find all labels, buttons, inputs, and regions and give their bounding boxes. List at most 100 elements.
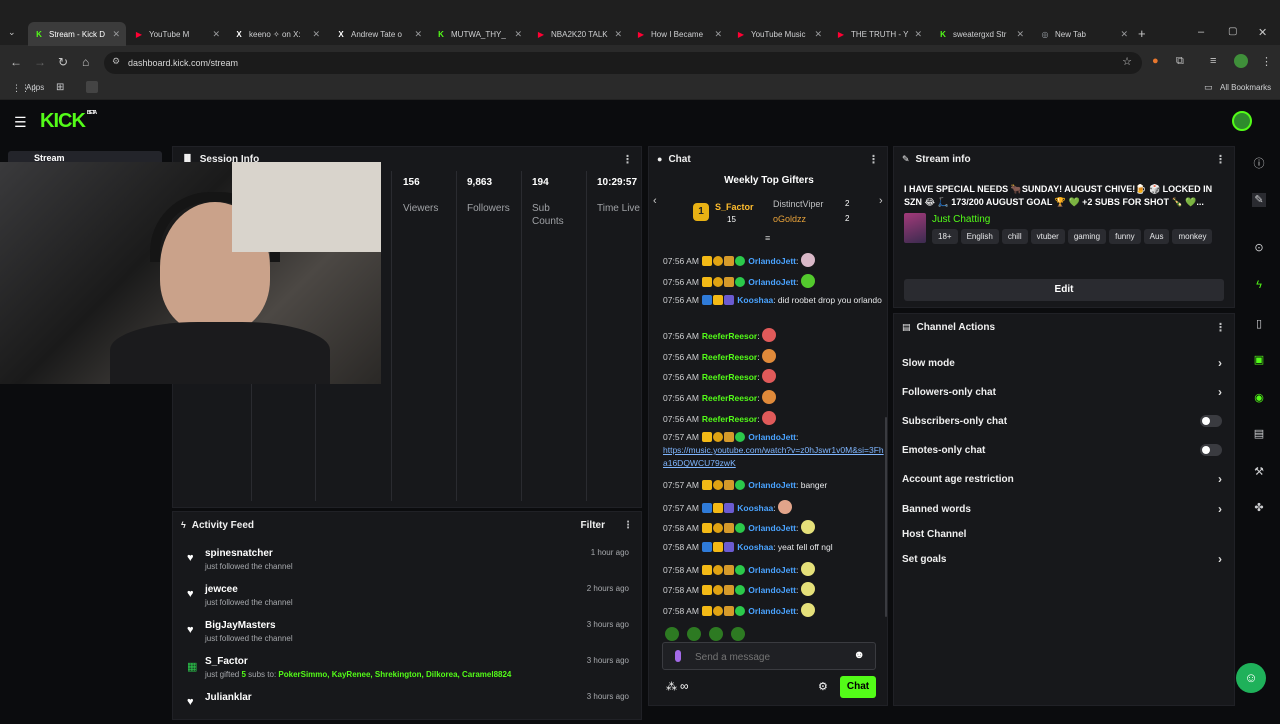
browser-tab[interactable]: Xkeeno ✧ on X: ✕: [228, 22, 326, 46]
browser-tab[interactable]: ▶ YouTube Music ✕: [730, 22, 828, 46]
chat-username[interactable]: ReeferReesor: [702, 393, 757, 403]
tab-close-icon[interactable]: ✕: [714, 29, 722, 40]
chat-users-icon[interactable]: ⁂: [666, 680, 677, 693]
channel-action-account-age-restriction[interactable]: Account age restriction ›: [902, 468, 1222, 490]
bookmark-s-icon[interactable]: [86, 81, 98, 93]
chat-username[interactable]: Kooshaa: [737, 295, 773, 305]
microphone-icon[interactable]: [675, 650, 681, 662]
gifter-1-name[interactable]: S_Factor: [715, 202, 754, 212]
browser-tab[interactable]: K Stream - Kick D ✕: [28, 22, 126, 46]
stream-tag[interactable]: 18+: [932, 229, 958, 244]
channel-action-banned-words[interactable]: Banned words ›: [902, 498, 1222, 520]
activity-username[interactable]: S_Factor: [205, 656, 248, 667]
stream-tag[interactable]: gaming: [1067, 229, 1107, 244]
bookmark-apps[interactable]: Apps: [26, 83, 44, 92]
back-icon[interactable]: ←: [10, 55, 22, 69]
grid-icon[interactable]: ⊞: [56, 82, 64, 93]
chat-username[interactable]: ReeferReesor: [702, 331, 757, 341]
chat-scroll-indicator-icon[interactable]: ≡: [765, 233, 770, 243]
activity-feed-item[interactable]: ▦ S_Factor just gifted 5 subs to: PokerSim…: [185, 656, 629, 688]
new-tab-button[interactable]: +: [1138, 26, 1146, 41]
extensions-icon[interactable]: ✤: [1252, 501, 1266, 515]
home-icon[interactable]: ⌂: [82, 55, 89, 69]
chat-username[interactable]: OrlandoJett: [748, 432, 796, 442]
tools-icon[interactable]: ⚒: [1252, 465, 1266, 479]
stream-tag[interactable]: funny: [1109, 229, 1141, 244]
chat-input-box[interactable]: ☻: [662, 642, 876, 670]
chat-settings-icon[interactable]: ⚙: [818, 680, 828, 693]
edit-stream-button[interactable]: Edit: [904, 279, 1224, 301]
browser-tab[interactable]: ▶ YouTube M ✕: [128, 22, 226, 46]
chat-username[interactable]: OrlandoJett: [748, 565, 796, 575]
chat-username[interactable]: OrlandoJett: [748, 256, 796, 266]
stream-tag[interactable]: English: [960, 229, 999, 244]
category-thumbnail[interactable]: [904, 213, 926, 243]
emote-icon[interactable]: [731, 627, 745, 641]
emoji-icon[interactable]: ☻: [853, 649, 865, 661]
info-icon[interactable]: ⓘ: [1252, 155, 1266, 170]
chat-username[interactable]: OrlandoJett: [748, 277, 796, 287]
chat-message-input[interactable]: [695, 648, 845, 666]
lightning-panel-icon[interactable]: ϟ: [1252, 279, 1266, 293]
toggle-switch[interactable]: [1200, 415, 1222, 427]
chat-username[interactable]: OrlandoJett: [748, 480, 796, 490]
tab-close-icon[interactable]: ✕: [112, 29, 120, 40]
document-icon[interactable]: ▯: [1252, 317, 1266, 331]
chat-username[interactable]: OrlandoJett: [748, 606, 796, 616]
channel-action-set-goals[interactable]: Set goals ›: [902, 548, 1222, 570]
activity-feed-item[interactable]: ♥ jewcee just followed the channel 2 hours …: [185, 584, 629, 616]
address-bar[interactable]: ⚙ dashboard.kick.com/stream ☆: [104, 52, 1142, 74]
tab-close-icon[interactable]: ✕: [312, 29, 320, 40]
chat-username[interactable]: Kooshaa: [737, 542, 773, 552]
channel-action-slow-mode[interactable]: Slow mode ›: [902, 352, 1222, 374]
chat-panel-icon[interactable]: ▣: [1252, 353, 1266, 367]
edit-pencil-icon[interactable]: ✎: [1252, 193, 1266, 207]
extension-icon[interactable]: ●: [1152, 55, 1159, 67]
minimize-icon[interactable]: –: [1198, 26, 1204, 38]
hamburger-menu-icon[interactable]: ☰: [14, 114, 27, 131]
browser-tab[interactable]: ◎ New Tab ✕: [1034, 22, 1134, 46]
channel-action-subscribers-only-chat[interactable]: Subscribers-only chat: [902, 410, 1222, 432]
tab-close-icon[interactable]: ✕: [914, 29, 922, 40]
tab-close-icon[interactable]: ✕: [1016, 29, 1024, 40]
browser-tab[interactable]: ▶ How I Became ✕: [630, 22, 728, 46]
broadcast-icon[interactable]: ◉: [1252, 391, 1266, 405]
stream-tag[interactable]: Aus: [1143, 229, 1170, 244]
stream-tag[interactable]: vtuber: [1030, 229, 1065, 244]
reload-icon[interactable]: ↻: [58, 55, 68, 69]
gifter-3-name[interactable]: oGoldzz: [773, 214, 806, 224]
tab-close-icon[interactable]: ✕: [514, 29, 522, 40]
activity-feed-menu-icon[interactable]: ⋮: [623, 520, 633, 531]
stream-tag[interactable]: chill: [1001, 229, 1028, 244]
extensions-puzzle-icon[interactable]: ⧉: [1176, 55, 1184, 68]
chat-scrollbar[interactable]: [885, 417, 887, 617]
gifter-2-name[interactable]: DistinctViper: [773, 199, 823, 209]
browser-menu-icon[interactable]: ⋮: [1261, 55, 1272, 68]
browser-tab[interactable]: K MUTWA_THY_ ✕: [430, 22, 528, 46]
activity-username[interactable]: BigJayMasters: [205, 620, 276, 631]
site-info-icon[interactable]: ⚙: [112, 56, 120, 67]
filter-button[interactable]: Filter: [581, 520, 605, 531]
session-info-menu-icon[interactable]: ⋮: [622, 153, 633, 166]
activity-feed-item[interactable]: ♥ Julianklar 3 hours ago: [185, 692, 629, 724]
toggle-switch[interactable]: [1200, 444, 1222, 456]
activity-username[interactable]: Julianklar: [205, 692, 252, 703]
profile-avatar[interactable]: [1234, 54, 1248, 68]
close-window-icon[interactable]: ✕: [1258, 26, 1267, 39]
user-avatar[interactable]: [1232, 111, 1252, 131]
chat-username[interactable]: OrlandoJett: [748, 585, 796, 595]
gifters-next-icon[interactable]: ›: [879, 195, 883, 207]
activity-username[interactable]: jewcee: [205, 584, 238, 595]
tab-search-icon[interactable]: ⌄: [8, 27, 16, 38]
browser-tab[interactable]: ▶ NBA2K20 TALK ✕: [530, 22, 628, 46]
stream-tag[interactable]: monkey: [1172, 229, 1213, 244]
camera-icon[interactable]: ⊙: [1252, 241, 1266, 255]
chat-username[interactable]: ReeferReesor: [702, 372, 757, 382]
restore-icon[interactable]: ▢: [1228, 26, 1237, 37]
emote-icon[interactable]: [665, 627, 679, 641]
channel-action-followers-only-chat[interactable]: Followers-only chat ›: [902, 381, 1222, 403]
bookmark-star-icon[interactable]: ☆: [1122, 55, 1132, 68]
emote-icon[interactable]: [687, 627, 701, 641]
browser-tab[interactable]: ▶ THE TRUTH - Y ✕: [830, 22, 928, 46]
kick-logo[interactable]: KICK BETA: [40, 110, 97, 133]
